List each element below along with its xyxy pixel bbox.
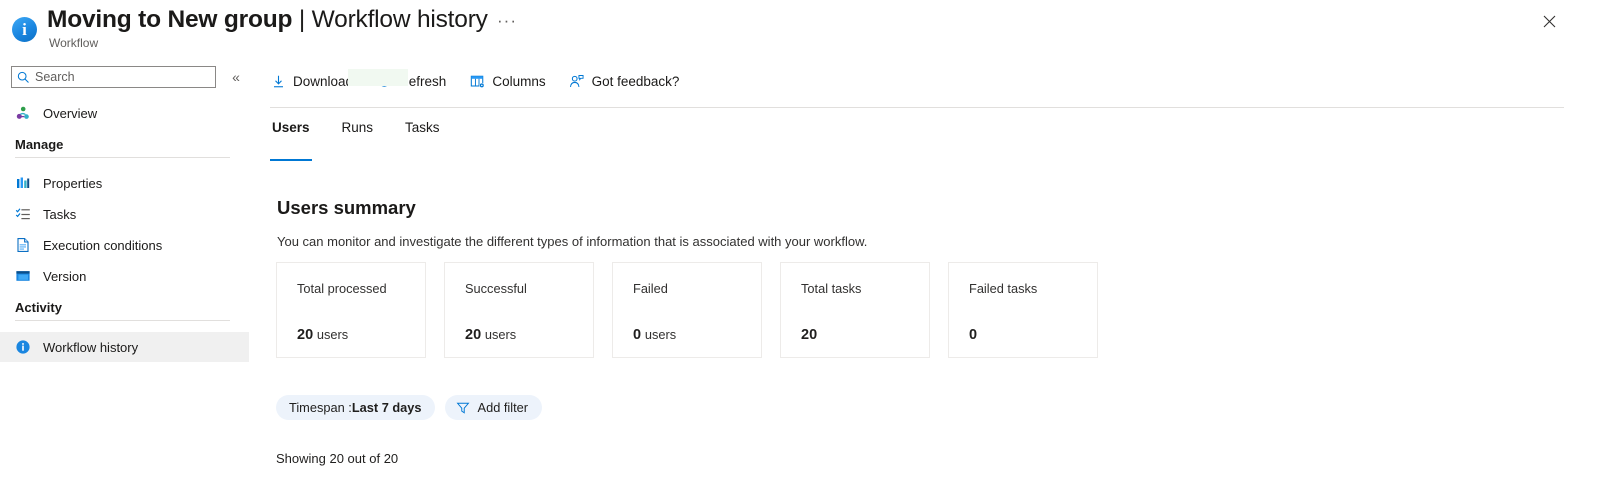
stat-card-title: Total processed [297, 281, 387, 296]
sidebar-group-activity: Activity [0, 300, 232, 321]
stat-unit: users [644, 327, 677, 342]
stat-card-title: Total tasks [801, 281, 862, 296]
stat-number: 0 [633, 327, 642, 343]
stat-card-value: 20 [801, 327, 817, 343]
download-label: Download [293, 73, 354, 89]
stat-card-value: 20 users [297, 327, 348, 343]
search-box[interactable] [11, 66, 216, 88]
info-glyph: i [22, 19, 27, 39]
sidebar-item-tasks[interactable]: Tasks [0, 199, 249, 229]
sidebar-item-label: Tasks [43, 206, 77, 222]
page-subtitle: Workflow [49, 36, 99, 50]
search-icon [17, 71, 29, 83]
sidebar-item-overview[interactable]: Overview [0, 98, 249, 128]
stat-card: Total tasks 20 [780, 262, 930, 358]
stat-card-title: Failed tasks [969, 281, 1038, 296]
sidebar-item-execution-conditions[interactable]: Execution conditions [0, 230, 249, 260]
tab-runs[interactable]: Runs [340, 120, 376, 154]
stat-card: Successful 20 users [444, 262, 594, 358]
stat-unit: users [316, 327, 349, 342]
sidebar-search-row: « [11, 66, 243, 88]
stat-number: 20 [801, 327, 818, 343]
stat-number: 0 [969, 327, 978, 343]
document-icon [15, 237, 31, 253]
stat-card: Failed 0 users [612, 262, 762, 358]
stat-card: Total processed 20 users [276, 262, 426, 358]
sidebar-item-label: Properties [43, 175, 103, 191]
sidebar-item-label: Overview [43, 105, 98, 121]
divider [15, 157, 230, 158]
command-toolbar: Download Refresh Columns Got feedback? [270, 66, 702, 96]
sidebar: « Overview Manage Propertie [0, 58, 252, 504]
divider [15, 320, 230, 321]
more-options-button[interactable]: ··· [496, 10, 518, 32]
refresh-label: Refresh [399, 73, 447, 89]
filter-chip-value: Last 7 days [351, 400, 422, 415]
section-title: Users summary [277, 197, 416, 218]
refresh-circular-arrow-icon [376, 73, 392, 89]
sidebar-item-version[interactable]: Version [0, 261, 249, 291]
version-window-icon [15, 268, 31, 284]
sidebar-group-title: Manage [15, 137, 64, 152]
sidebar-group-title: Activity [15, 300, 62, 315]
columns-label: Columns [492, 73, 546, 89]
stat-card-title: Successful [465, 281, 527, 296]
add-filter-label: Add filter [477, 400, 529, 415]
stat-number: 20 [465, 327, 482, 343]
stat-card-value: 0 users [633, 327, 676, 343]
got-feedback-button[interactable]: Got feedback? [569, 66, 689, 96]
person-feedback-icon [569, 73, 585, 89]
info-circle-icon [15, 339, 31, 355]
stat-card-value: 0 [969, 327, 977, 343]
stat-unit: users [484, 327, 517, 342]
columns-button[interactable]: Columns [469, 66, 554, 96]
collapse-sidebar-button[interactable]: « [227, 66, 245, 88]
sidebar-item-properties[interactable]: Properties [0, 168, 249, 198]
sidebar-group-manage: Manage [0, 137, 232, 158]
tab-bar: Users Runs Tasks [270, 120, 470, 161]
toolbar-divider [270, 107, 1564, 108]
info-circle-icon: i [12, 17, 37, 42]
stat-card-value: 20 users [465, 327, 516, 343]
close-icon [1543, 15, 1555, 27]
tab-tasks[interactable]: Tasks [403, 120, 442, 154]
filter-chip-key: Timespan : [289, 400, 352, 415]
showing-count: Showing 20 out of 20 [276, 451, 399, 466]
add-filter-button[interactable]: Add filter [444, 395, 543, 420]
sidebar-item-label: Execution conditions [43, 237, 163, 253]
main-content: Download Refresh Columns Got feedback? U… [252, 58, 1618, 504]
page-title-section: Workflow history [311, 6, 488, 33]
filter-chip-timespan[interactable]: Timespan : Last 7 days [276, 395, 435, 420]
summary-cards: Total processed 20 users Successful 20 u… [276, 262, 1116, 358]
tasks-checklist-icon [15, 206, 31, 222]
page-title: Moving to New group | Workflow history [47, 6, 488, 34]
page-title-main: Moving to New group [47, 6, 293, 33]
download-arrow-icon [270, 73, 286, 89]
got-feedback-label: Got feedback? [591, 73, 680, 89]
columns-table-gear-icon [469, 73, 485, 89]
page-header: i Moving to New group | Workflow history… [0, 0, 1618, 58]
download-button[interactable]: Download [270, 66, 362, 96]
filter-bar: Timespan : Last 7 days Add filter [276, 395, 552, 420]
page-title-separator: | [292, 6, 312, 33]
overview-icon [15, 105, 31, 121]
section-description: You can monitor and investigate the diff… [277, 234, 868, 249]
sidebar-item-workflow-history[interactable]: Workflow history [0, 332, 249, 362]
sidebar-item-label: Version [43, 268, 87, 284]
search-input[interactable] [31, 68, 206, 86]
stat-number: 20 [297, 327, 314, 343]
refresh-button[interactable]: Refresh [376, 66, 455, 96]
filter-funnel-icon [456, 401, 470, 415]
close-button[interactable] [1538, 10, 1560, 32]
stat-card-title: Failed [633, 281, 668, 296]
stat-card: Failed tasks 0 [948, 262, 1098, 358]
tab-users[interactable]: Users [270, 120, 312, 161]
sidebar-item-label: Workflow history [43, 339, 139, 355]
properties-bars-icon [15, 175, 31, 191]
